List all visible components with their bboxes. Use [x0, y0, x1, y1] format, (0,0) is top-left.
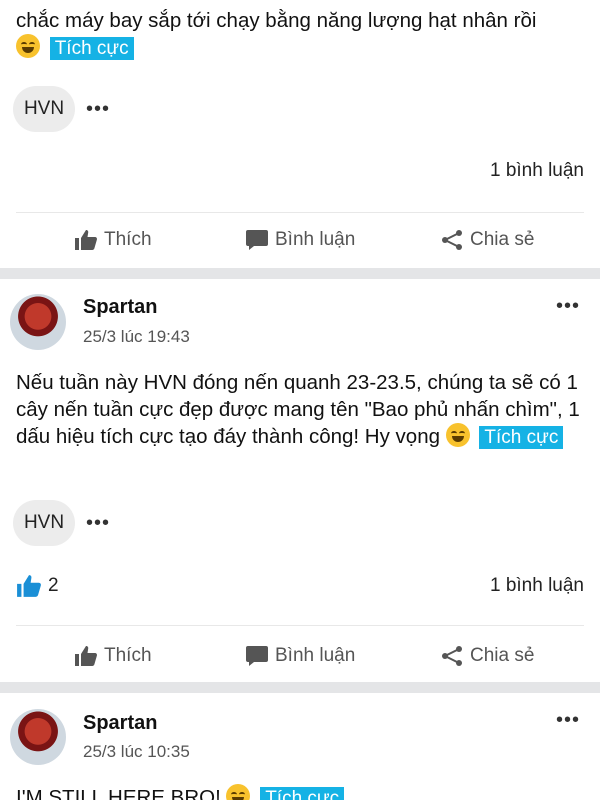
comment-button[interactable]: Bình luận [245, 636, 355, 676]
post-actions: Thích Bình luận Chia sẻ [0, 636, 600, 676]
comment-count[interactable]: 1 bình luận [490, 160, 584, 182]
post-text: chắc máy bay sắp tới chạy bằng năng lượn… [16, 9, 537, 60]
thumbs-up-filled-icon [17, 575, 41, 597]
author-name[interactable]: Spartan [83, 296, 157, 319]
sentiment-tag[interactable]: Tích cực [49, 37, 134, 60]
grin-emoji-icon [226, 784, 251, 800]
like-button[interactable]: Thích [74, 220, 152, 260]
avatar[interactable] [10, 709, 66, 765]
thumbs-up-icon [75, 230, 97, 250]
post-text: Nếu tuần này HVN đóng nến quanh 23-23.5,… [16, 371, 580, 449]
chip-more-icon[interactable]: ••• [86, 98, 110, 121]
divider [16, 212, 584, 213]
comment-count[interactable]: 1 bình luận [490, 575, 584, 597]
like-button[interactable]: Thích [74, 636, 152, 676]
author-name[interactable]: Spartan [83, 712, 157, 735]
post-1: chắc máy bay sắp tới chạy bằng năng lượn… [0, 0, 600, 268]
grin-emoji-icon [445, 423, 470, 447]
post-time: 25/3 lúc 19:43 [83, 327, 190, 346]
share-icon [442, 230, 462, 250]
comment-button[interactable]: Bình luận [245, 220, 355, 260]
share-button[interactable]: Chia sẻ [440, 636, 534, 676]
post-text: I'M STILL HERE BRO! Tích cực [16, 784, 588, 800]
sentiment-tag[interactable]: Tích cực [479, 426, 564, 449]
avatar[interactable] [10, 294, 66, 350]
thumbs-up-icon [75, 646, 97, 666]
rofl-emoji-icon [16, 34, 40, 58]
post-more-icon[interactable]: ••• [556, 295, 580, 318]
sentiment-tag[interactable]: Tích cực [260, 787, 345, 800]
post-actions: Thích Bình luận Chia sẻ [0, 220, 600, 260]
share-icon [442, 646, 462, 666]
post-more-icon[interactable]: ••• [556, 709, 580, 732]
post-separator [0, 682, 600, 693]
post-2: Spartan 25/3 lúc 19:43 ••• Nếu tuần này … [0, 279, 600, 682]
stock-chip-hvn[interactable]: HVN [13, 86, 75, 132]
comment-icon [246, 646, 268, 666]
post-separator [0, 268, 600, 279]
post-3: Spartan 25/3 lúc 10:35 ••• I'M STILL HER… [0, 693, 600, 800]
like-count[interactable]: 2 [16, 574, 59, 598]
stock-chip-hvn[interactable]: HVN [13, 500, 75, 546]
post-time: 25/3 lúc 10:35 [83, 742, 190, 761]
share-button[interactable]: Chia sẻ [440, 220, 534, 260]
divider [16, 625, 584, 626]
chip-more-icon[interactable]: ••• [86, 512, 110, 535]
comment-icon [246, 230, 268, 250]
